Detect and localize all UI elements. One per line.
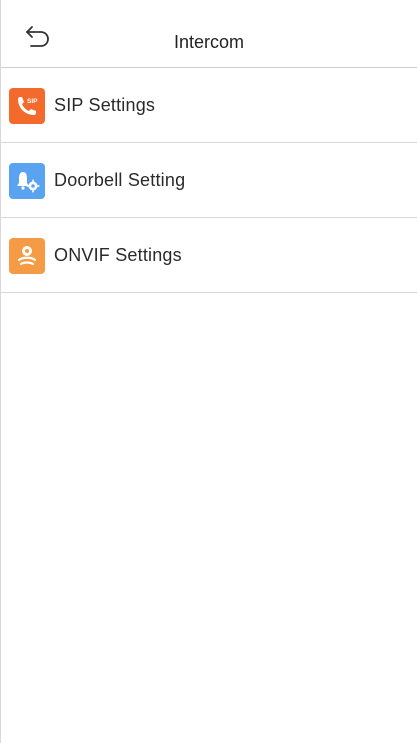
page-title: Intercom — [173, 32, 245, 52]
menu-item-onvif-settings[interactable]: ONVIF Settings — [1, 218, 417, 293]
menu-item-label: SIP Settings — [54, 94, 156, 115]
sip-phone-icon: SIP — [9, 88, 45, 124]
onvif-icon — [9, 238, 45, 274]
menu-item-label: Doorbell Setting — [54, 169, 186, 190]
intercom-screen: Intercom SIP SIP Settings Doorbell Setti… — [0, 0, 417, 743]
menu-item-sip-settings[interactable]: SIP SIP Settings — [1, 68, 417, 143]
header-bar: Intercom — [1, 0, 417, 68]
sip-badge-text: SIP — [27, 98, 38, 105]
doorbell-gear-icon — [9, 163, 45, 199]
menu-item-label: ONVIF Settings — [54, 244, 182, 265]
menu-item-doorbell-setting[interactable]: Doorbell Setting — [1, 143, 417, 218]
